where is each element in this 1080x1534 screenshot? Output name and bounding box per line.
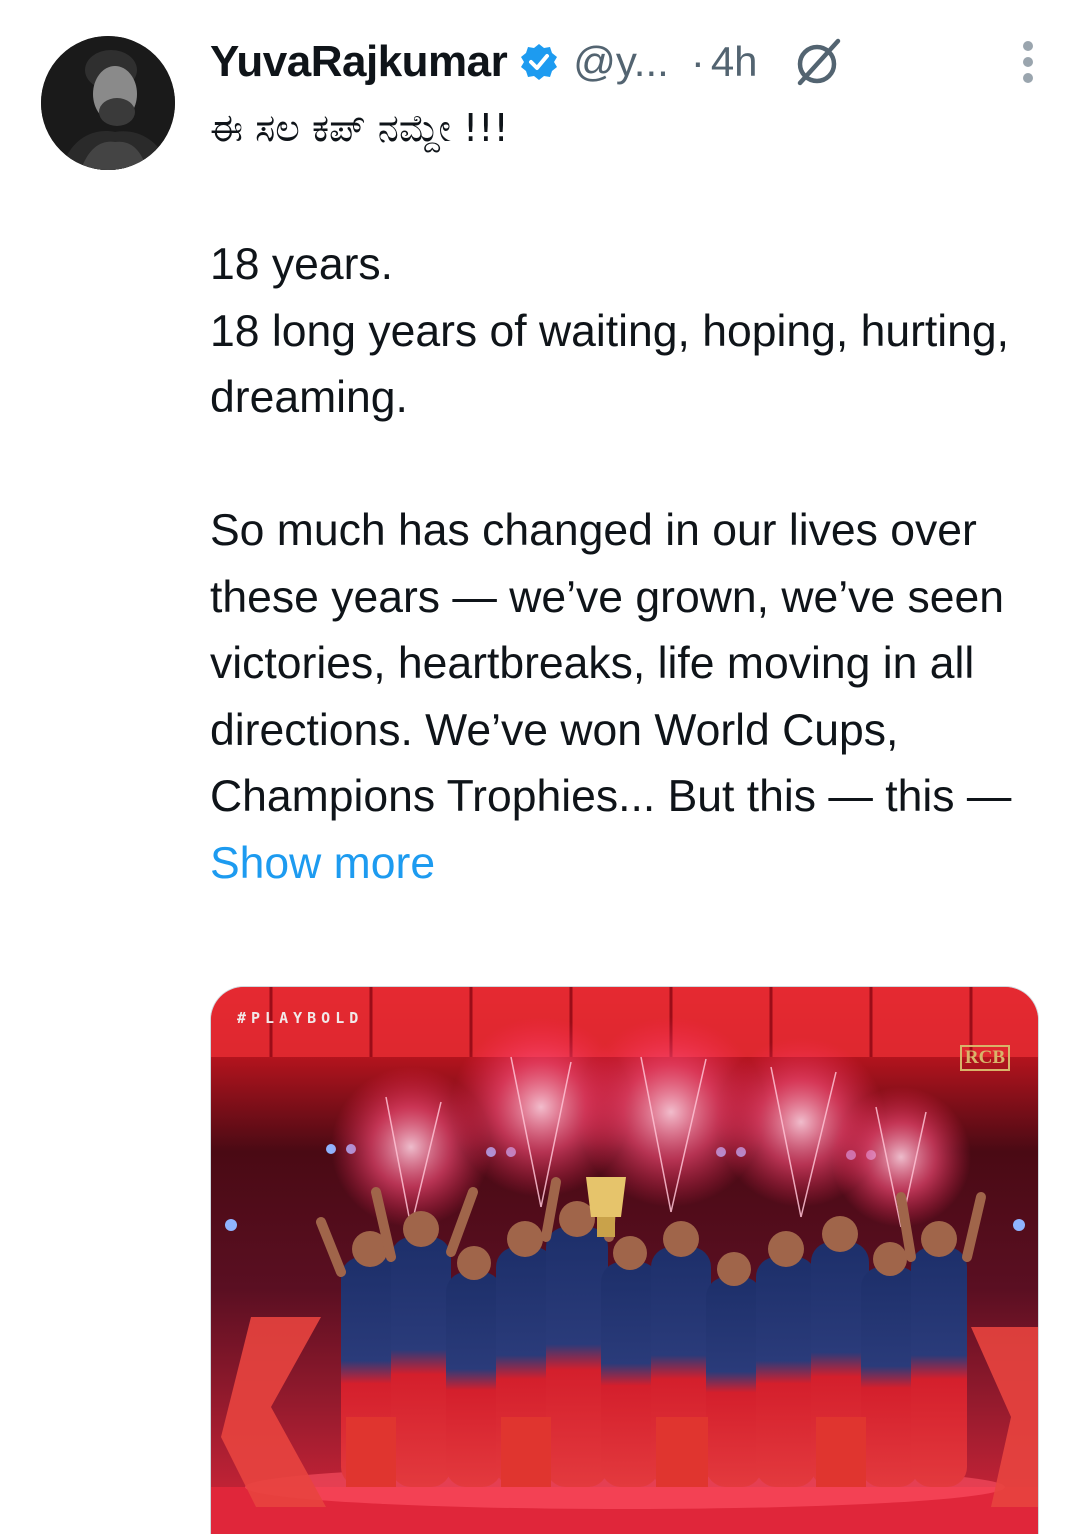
- more-vertical-icon[interactable]: [1018, 38, 1038, 86]
- tweet-header: YuvaRajkumar @y... · 4h: [210, 32, 1040, 92]
- tweet-kannada-line: ಈ ಸಲ ಕಪ್ ನಮ್ದೇ !!!: [210, 106, 509, 150]
- show-more-link[interactable]: Show more: [210, 839, 435, 888]
- timestamp[interactable]: 4h: [711, 38, 758, 86]
- playbold-tag: #PLAYBOLD: [237, 1009, 364, 1027]
- tweet-body: 18 years. 18 long years of waiting, hopi…: [210, 232, 1040, 897]
- tweet-paragraph: So much has changed in our lives over th…: [210, 498, 1040, 897]
- tweet-media-image[interactable]: #PLAYBOLD RCB: [210, 986, 1039, 1534]
- user-handle[interactable]: @y...: [573, 38, 669, 86]
- avatar-image: [41, 36, 175, 170]
- rcb-logo: RCB: [959, 1045, 1010, 1071]
- celebration-photo: [211, 987, 1038, 1534]
- avatar[interactable]: [41, 36, 175, 170]
- display-name[interactable]: YuvaRajkumar: [210, 37, 508, 87]
- tweet-line: 18 years.: [210, 240, 394, 289]
- separator-dot: ·: [690, 38, 705, 85]
- tweet-line: So much has changed in our lives over th…: [210, 506, 1012, 821]
- verified-badge-icon: [519, 42, 559, 82]
- grok-icon[interactable]: [792, 35, 846, 89]
- tweet-line: 18 long years of waiting, hoping, hurtin…: [210, 306, 1010, 423]
